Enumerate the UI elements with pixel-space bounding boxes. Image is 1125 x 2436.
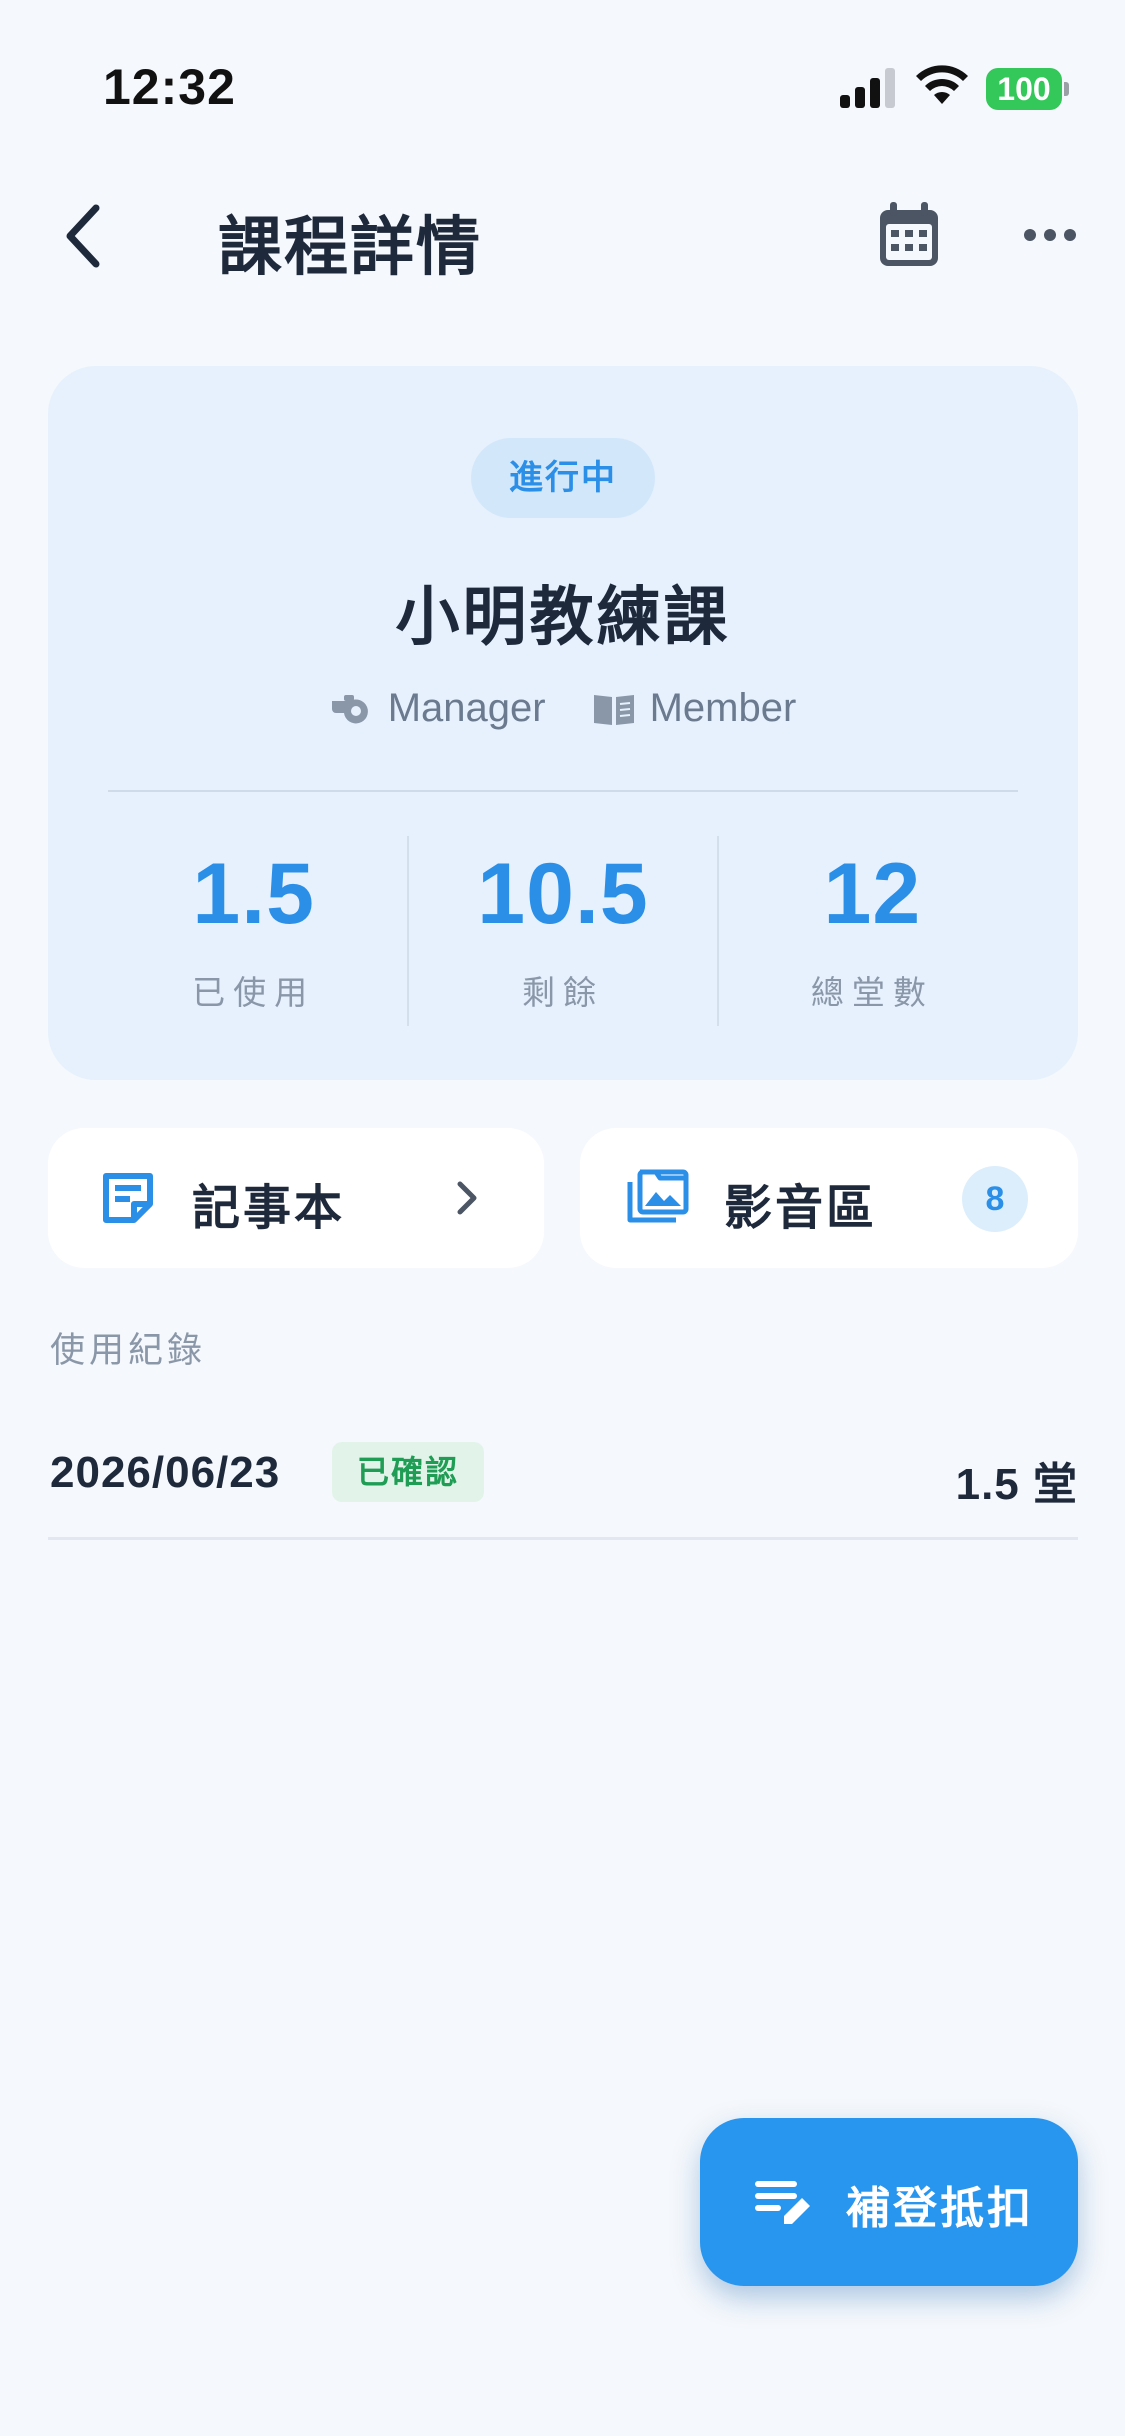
battery-level: 100 <box>986 68 1062 110</box>
stat-remaining-label: 剩餘 <box>521 974 604 1011</box>
stat-used-label: 已使用 <box>192 974 316 1011</box>
stat-total-value: 12 <box>823 846 922 942</box>
stat-remaining-value: 10.5 <box>477 846 649 942</box>
stat-total: 12 總堂數 <box>716 836 1026 1026</box>
record-status-badge: 已確認 <box>332 1442 484 1502</box>
notebook-label: 記事本 <box>192 1182 346 1235</box>
course-stats: 1.5 已使用 10.5 剩餘 12 總堂數 <box>100 836 1026 1026</box>
edit-note-icon <box>755 2181 810 2224</box>
stat-remaining: 10.5 剩餘 <box>407 836 716 1026</box>
status-time: 12:32 <box>103 59 236 115</box>
media-label: 影音區 <box>724 1182 878 1235</box>
more-horizontal-icon[interactable] <box>1022 220 1078 250</box>
course-status-badge: 進行中 <box>471 438 655 518</box>
role-manager-label: Manager <box>387 686 546 730</box>
course-summary-card: 進行中 小明教練課 Manager Member 1.5 已使用 10.5 剩餘… <box>48 366 1078 1080</box>
course-title: 小明教練課 <box>395 581 731 653</box>
notebook-button[interactable]: 記事本 <box>48 1128 544 1268</box>
battery-cap <box>1064 82 1069 96</box>
section-title-usage: 使用紀錄 <box>50 1331 207 1370</box>
chevron-right-icon <box>457 1181 477 1215</box>
course-roles: Manager Member <box>48 686 1078 731</box>
book-icon <box>593 694 634 725</box>
stat-total-label: 總堂數 <box>810 974 934 1011</box>
photo-library-icon <box>627 1169 689 1223</box>
status-bar: 12:32 100 <box>0 0 1125 150</box>
cellular-signal-icon <box>840 68 895 108</box>
add-deduction-label: 補登抵扣 <box>846 2184 1034 2233</box>
add-deduction-button[interactable]: 補登抵扣 <box>700 2118 1078 2286</box>
page-title: 課程詳情 <box>218 211 482 283</box>
record-row[interactable]: 2026/06/23 已確認 1.5 堂 <box>48 1420 1078 1540</box>
stat-used-value: 1.5 <box>192 846 315 942</box>
whistle-icon <box>331 694 368 723</box>
calendar-icon[interactable] <box>876 200 942 270</box>
note-icon <box>103 1173 153 1223</box>
media-button[interactable]: 影音區 8 <box>580 1128 1078 1268</box>
role-manager: Manager <box>330 686 546 731</box>
media-count-badge: 8 <box>962 1166 1028 1232</box>
record-amount: 1.5 堂 <box>955 1460 1078 1509</box>
role-member: Member <box>592 686 797 731</box>
chevron-left-icon[interactable] <box>56 196 116 276</box>
role-member-label: Member <box>649 686 797 730</box>
card-divider <box>108 790 1018 792</box>
battery-icon: 100 <box>986 68 1069 110</box>
record-date: 2026/06/23 <box>50 1448 281 1497</box>
wifi-icon <box>916 65 968 104</box>
stat-used: 1.5 已使用 <box>100 836 407 1026</box>
